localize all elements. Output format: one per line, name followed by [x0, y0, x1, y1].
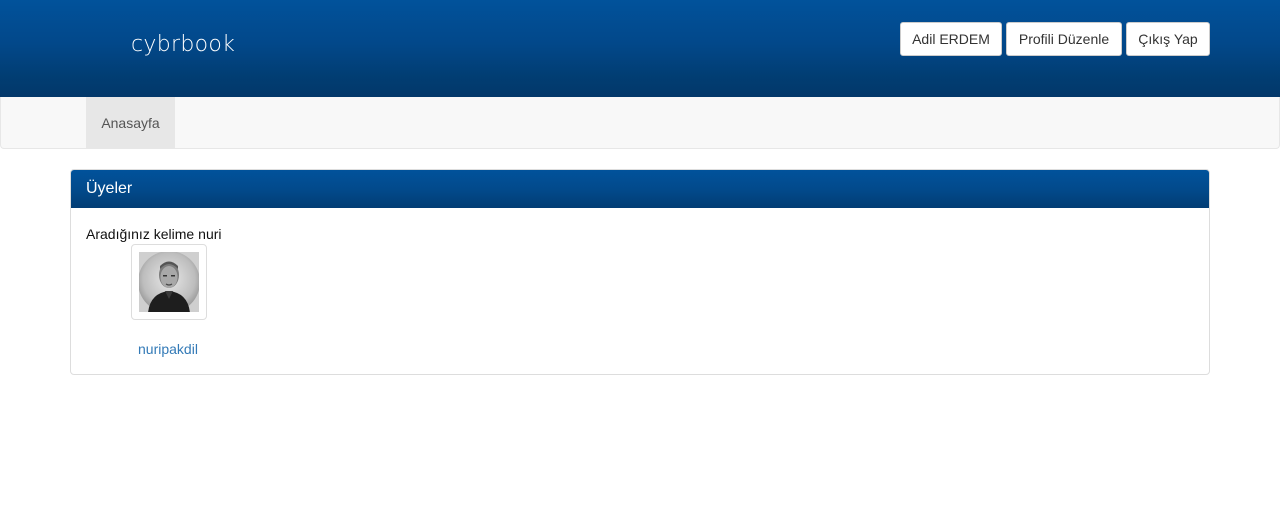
avatar-photo — [139, 252, 199, 312]
member-avatar-thumbnail[interactable] — [131, 244, 207, 320]
search-result-text: Aradığınız kelime nuri — [86, 226, 222, 242]
search-keyword: nuri — [198, 226, 222, 242]
main-navbar: Anasayfa — [0, 97, 1280, 149]
user-name-button[interactable]: Adil ERDEM — [900, 22, 1002, 56]
panel-title: Üyeler — [71, 170, 1209, 208]
nav-item-home[interactable]: Anasayfa — [86, 97, 175, 148]
search-label: Aradığınız kelime — [86, 226, 195, 242]
members-panel: Üyeler Aradığınız kelime nuri nuripakdil — [70, 169, 1210, 375]
brand-logo[interactable]: cybrbook — [131, 32, 235, 57]
edit-profile-button[interactable]: Profili Düzenle — [1006, 22, 1122, 56]
member-username-link[interactable]: nuripakdil — [138, 341, 198, 357]
header-bar: cybrbook Adil ERDEM Profili Düzenle Çıkı… — [0, 0, 1280, 97]
logout-button[interactable]: Çıkış Yap — [1126, 22, 1210, 56]
